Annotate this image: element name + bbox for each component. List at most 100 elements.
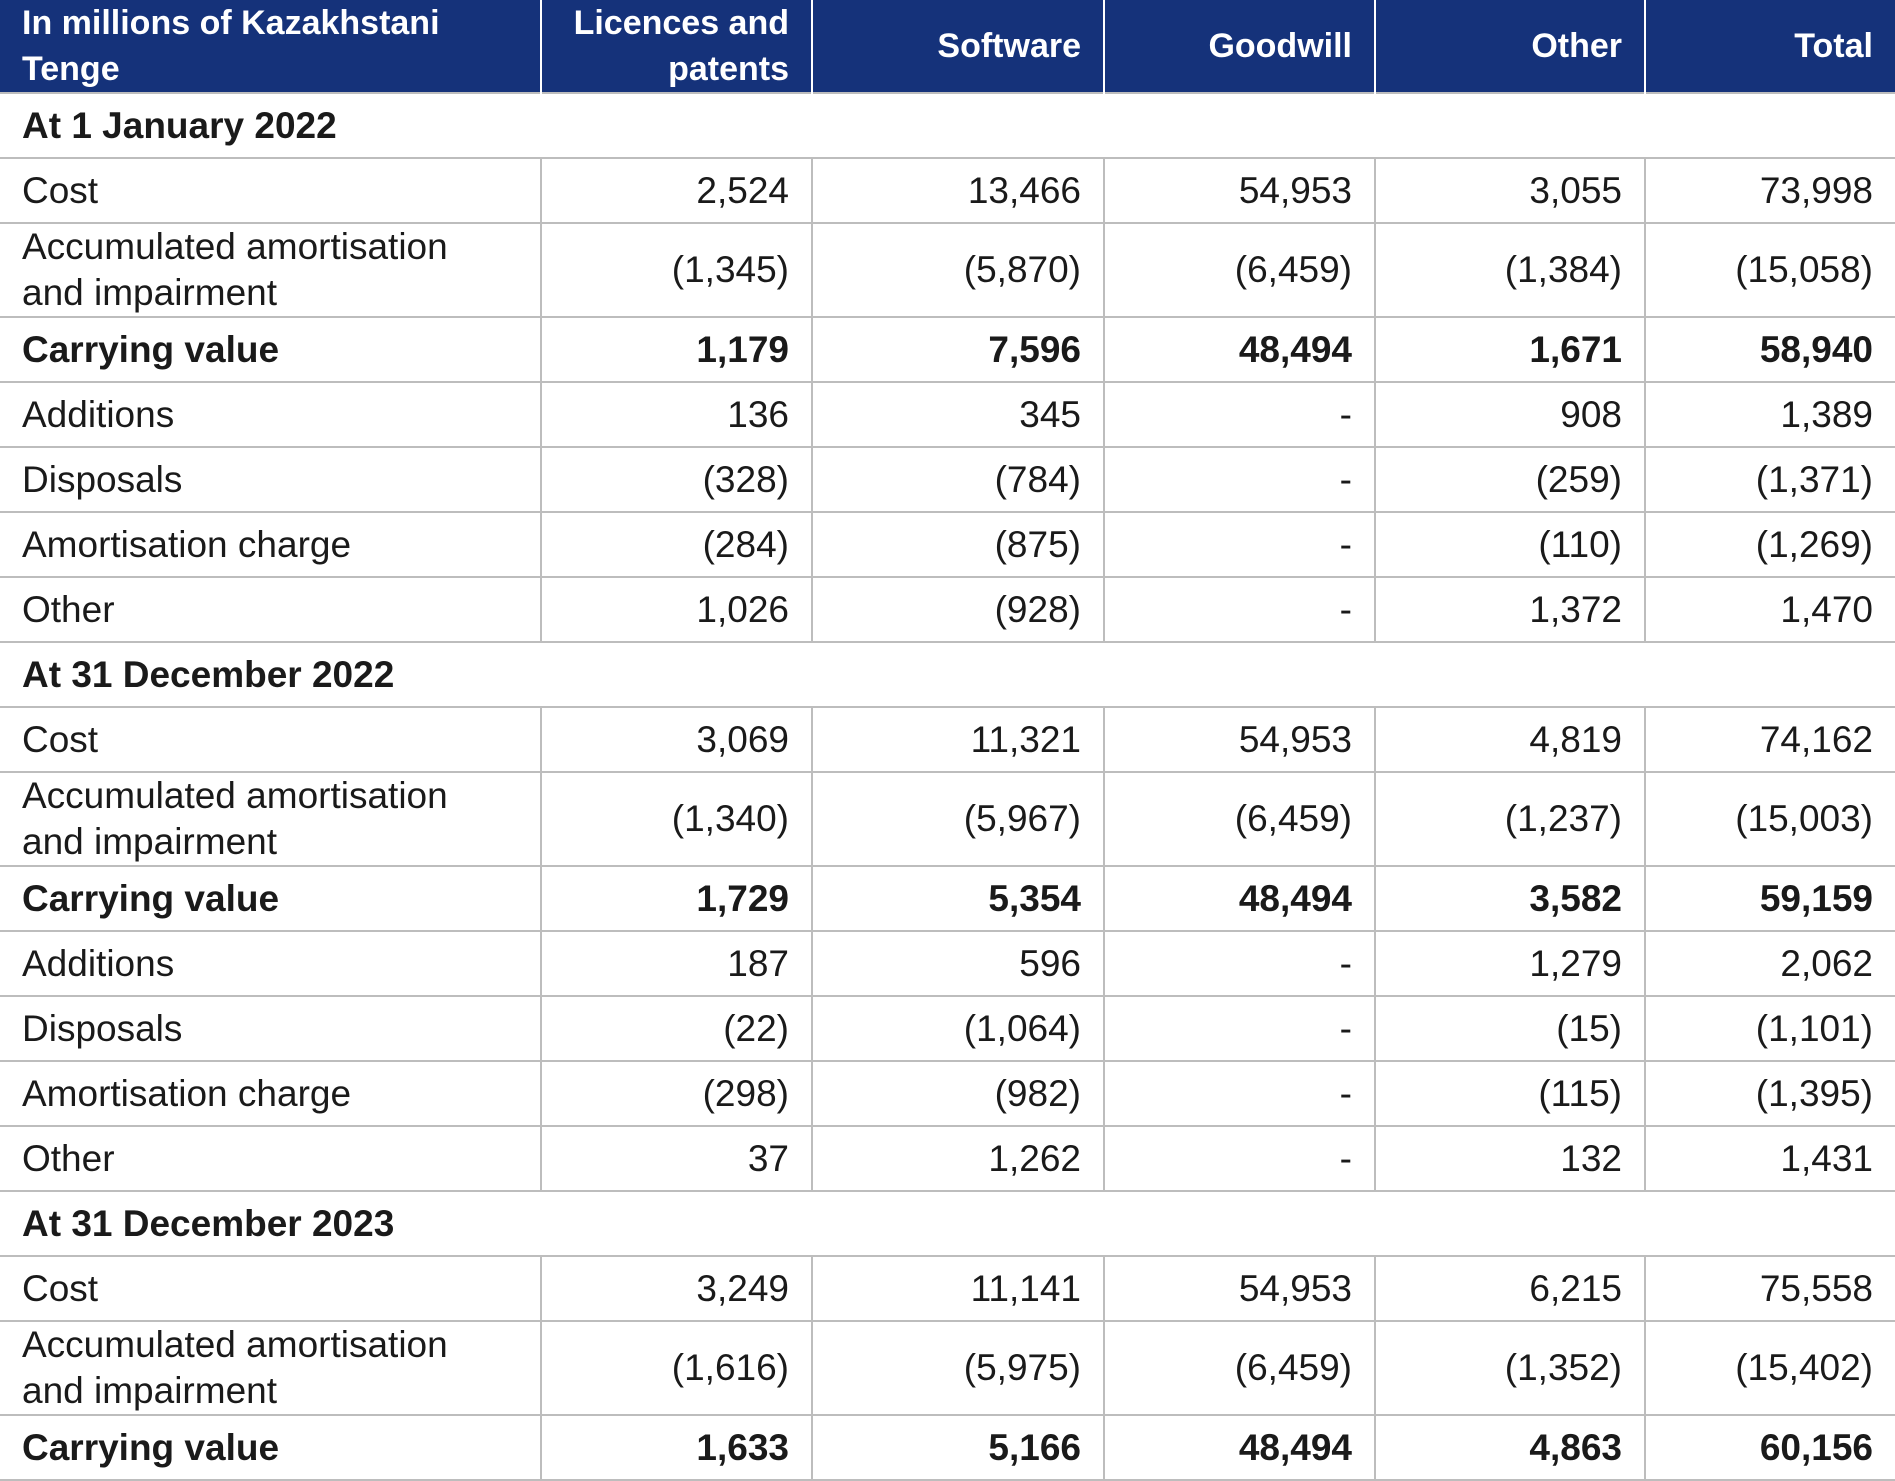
cell-software: 11,321 [811, 706, 1104, 772]
section-title: At 1 January 2022 [0, 92, 1895, 158]
cell-goodwill: - [1103, 930, 1375, 996]
cell-goodwill: - [1103, 1125, 1375, 1191]
cell-total: (1,269) [1644, 511, 1895, 577]
cell-licences-and-patents: 37 [540, 1125, 812, 1191]
cell-software: 5,166 [811, 1414, 1104, 1481]
cell-software: (982) [811, 1060, 1104, 1126]
cell-software: (5,870) [811, 222, 1104, 317]
cell-licences-and-patents: (1,616) [540, 1320, 812, 1415]
cell-other: 1,671 [1374, 316, 1645, 382]
cell-total: 59,159 [1644, 865, 1895, 931]
cell-software: 345 [811, 381, 1104, 447]
cell-software: 11,141 [811, 1255, 1104, 1321]
row-label: Carrying value [0, 316, 541, 382]
row-label: Accumulated amortisation and impairment [0, 1320, 541, 1415]
cell-total: 1,389 [1644, 381, 1895, 447]
cell-licences-and-patents: 1,179 [540, 316, 812, 382]
cell-other: 1,372 [1374, 576, 1645, 642]
cell-goodwill: 54,953 [1103, 1255, 1375, 1321]
cell-total: 74,162 [1644, 706, 1895, 772]
cell-licences-and-patents: 1,026 [540, 576, 812, 642]
cell-goodwill: 54,953 [1103, 157, 1375, 223]
table-row: Disposals (22) (1,064) - (15) (1,101) [0, 995, 1895, 1061]
cell-total: 60,156 [1644, 1414, 1895, 1481]
cell-other: 3,055 [1374, 157, 1645, 223]
table-row: Cost 3,069 11,321 54,953 4,819 74,162 [0, 706, 1895, 772]
table-body: At 1 January 2022 Cost 2,524 13,466 54,953 3,… [0, 92, 1895, 1481]
table-row: Additions 136 345-908 1,389 [0, 381, 1895, 447]
header-goodwill: Goodwill [1103, 0, 1375, 93]
intangible-assets-table: In millions of Kazakhstani Tenge Licence… [0, 0, 1895, 1481]
table-row: Disposals (328) (784) - (259) (1,371) [0, 446, 1895, 512]
cell-software: 596 [811, 930, 1104, 996]
row-label: Amortisation charge [0, 1060, 541, 1126]
table-row: Other 37 1,262-132 1,431 [0, 1125, 1895, 1191]
table-row: Carrying value 1,633 5,166 48,494 4,863 60,15… [0, 1414, 1895, 1481]
row-label: Carrying value [0, 865, 541, 931]
cell-total: (1,371) [1644, 446, 1895, 512]
cell-total: (15,003) [1644, 771, 1895, 866]
header-total: Total [1644, 0, 1895, 93]
cell-other: (1,352) [1374, 1320, 1645, 1415]
section-header-row: At 31 December 2022 [0, 641, 1895, 707]
cell-licences-and-patents: 187 [540, 930, 812, 996]
cell-total: 73,998 [1644, 157, 1895, 223]
cell-goodwill: 48,494 [1103, 865, 1375, 931]
table-row: Accumulated amortisation and impairment(… [0, 1320, 1895, 1415]
row-label: Disposals [0, 995, 541, 1061]
cell-goodwill: - [1103, 511, 1375, 577]
row-label: Cost [0, 157, 541, 223]
cell-other: 4,863 [1374, 1414, 1645, 1481]
cell-licences-and-patents: (1,340) [540, 771, 812, 866]
cell-software: 13,466 [811, 157, 1104, 223]
cell-goodwill: - [1103, 995, 1375, 1061]
cell-total: 2,062 [1644, 930, 1895, 996]
cell-other: (1,237) [1374, 771, 1645, 866]
cell-other: (1,384) [1374, 222, 1645, 317]
table-row: Cost 2,524 13,466 54,953 3,055 73,998 [0, 157, 1895, 223]
row-label: Cost [0, 1255, 541, 1321]
table-row: Carrying value 1,179 7,596 48,494 1,671 58,94… [0, 316, 1895, 382]
header-description: In millions of Kazakhstani Tenge [0, 0, 541, 93]
cell-licences-and-patents: 3,249 [540, 1255, 812, 1321]
cell-software: (928) [811, 576, 1104, 642]
cell-licences-and-patents: (284) [540, 511, 812, 577]
cell-licences-and-patents: (1,345) [540, 222, 812, 317]
cell-total: (15,402) [1644, 1320, 1895, 1415]
cell-total: 1,431 [1644, 1125, 1895, 1191]
table-row: Amortisation charge (284) (875) - (110) (1,26… [0, 511, 1895, 577]
cell-total: (1,101) [1644, 995, 1895, 1061]
table-row: Accumulated amortisation and impairment(… [0, 222, 1895, 317]
cell-software: 7,596 [811, 316, 1104, 382]
row-label: Accumulated amortisation and impairment [0, 222, 541, 317]
section-title: At 31 December 2022 [0, 641, 1895, 707]
cell-other: 132 [1374, 1125, 1645, 1191]
cell-other: (15) [1374, 995, 1645, 1061]
cell-software: (5,967) [811, 771, 1104, 866]
cell-licences-and-patents: 3,069 [540, 706, 812, 772]
cell-goodwill: 48,494 [1103, 1414, 1375, 1481]
cell-other: 6,215 [1374, 1255, 1645, 1321]
cell-total: 58,940 [1644, 316, 1895, 382]
cell-goodwill: (6,459) [1103, 1320, 1375, 1415]
row-label: Amortisation charge [0, 511, 541, 577]
cell-software: (5,975) [811, 1320, 1104, 1415]
row-label: Carrying value [0, 1414, 541, 1481]
cell-total: 1,470 [1644, 576, 1895, 642]
cell-licences-and-patents: 136 [540, 381, 812, 447]
section-title: At 31 December 2023 [0, 1190, 1895, 1256]
cell-goodwill: - [1103, 446, 1375, 512]
cell-other: 908 [1374, 381, 1645, 447]
cell-goodwill: - [1103, 1060, 1375, 1126]
row-label: Additions [0, 930, 541, 996]
cell-licences-and-patents: 1,633 [540, 1414, 812, 1481]
cell-licences-and-patents: 2,524 [540, 157, 812, 223]
cell-other: 3,582 [1374, 865, 1645, 931]
table-row: Other 1,026 (928) -1,372 1,470 [0, 576, 1895, 642]
row-label: Cost [0, 706, 541, 772]
row-label: Additions [0, 381, 541, 447]
cell-total: 75,558 [1644, 1255, 1895, 1321]
cell-goodwill: 54,953 [1103, 706, 1375, 772]
cell-goodwill: (6,459) [1103, 771, 1375, 866]
table-row: Amortisation charge (298) (982) - (115) (1,39… [0, 1060, 1895, 1126]
